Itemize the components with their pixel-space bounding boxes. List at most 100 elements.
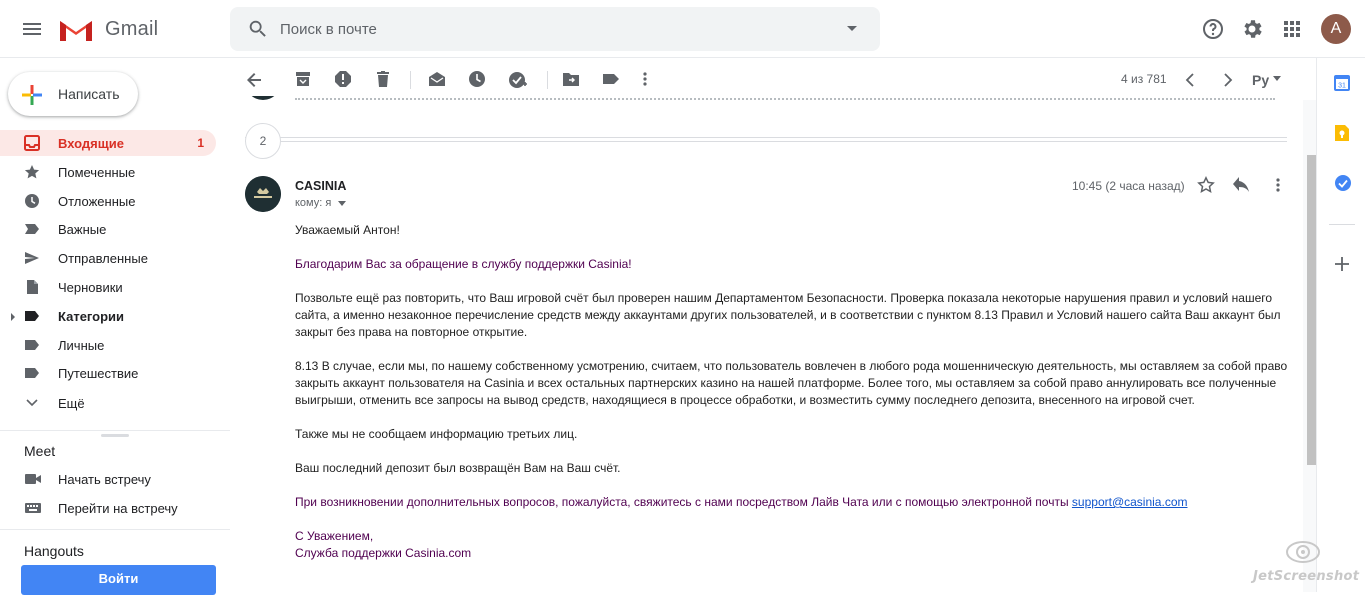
account-avatar[interactable]: A: [1321, 14, 1351, 44]
sender-avatar: [245, 176, 281, 212]
search-bar: [230, 7, 880, 51]
newer-chevron-left-icon[interactable]: [1182, 71, 1200, 89]
collapsed-messages-line: [245, 141, 1287, 142]
hangouts-section-title: Hangouts: [24, 543, 84, 559]
sidebar-item-label: Входящие: [58, 136, 124, 151]
sidebar-item-important[interactable]: Важные: [0, 216, 216, 242]
body-paragraph: Также мы не сообщаем информацию третьих …: [295, 427, 578, 441]
toolbar-divider: [547, 71, 548, 89]
sidebar-item-inbox[interactable]: Входящие 1: [0, 130, 216, 156]
recipient-caret-icon: [338, 200, 347, 206]
language-caret-icon[interactable]: [1273, 76, 1281, 81]
svg-text:31: 31: [1338, 83, 1346, 90]
collapsed-messages-line: [245, 137, 1287, 138]
label-important-icon: [24, 221, 40, 237]
main-menu-icon[interactable]: [20, 17, 44, 41]
message-body: Уважаемый Антон! Благодарим Вас за обращ…: [295, 222, 1290, 562]
input-language-selector[interactable]: Ру: [1252, 72, 1269, 88]
delete-trash-icon[interactable]: [374, 70, 392, 88]
gmail-logo-icon[interactable]: [58, 17, 94, 43]
collapsed-messages-count[interactable]: 2: [245, 123, 281, 159]
sidebar-item-sent[interactable]: Отправленные: [0, 245, 216, 271]
send-icon: [24, 250, 40, 266]
more-vert-icon[interactable]: [638, 70, 652, 88]
search-options-caret-icon[interactable]: [846, 25, 858, 33]
body-paragraph: Ваш последний депозит был возвращён Вам …: [295, 461, 621, 475]
archive-icon[interactable]: [294, 70, 312, 88]
previous-message-preview-strip: [245, 96, 1287, 102]
add-to-tasks-icon[interactable]: [508, 70, 528, 90]
draft-icon: [24, 279, 40, 295]
meet-join-meeting[interactable]: Перейти на встречу: [0, 495, 216, 521]
back-arrow-icon[interactable]: [244, 70, 264, 90]
reply-arrow-icon[interactable]: [1232, 176, 1250, 194]
mark-unread-icon[interactable]: [428, 70, 446, 88]
search-input[interactable]: [280, 7, 840, 51]
compose-button[interactable]: Написать: [8, 72, 138, 116]
sidebar-item-label: Помеченные: [58, 165, 136, 180]
body-paragraph: Позвольте ещё раз повторить, что Ваш игр…: [295, 291, 1281, 339]
keep-notes-icon[interactable]: [1334, 124, 1350, 142]
tasks-icon[interactable]: [1334, 174, 1352, 192]
signature-line-1: С Уважением,: [295, 529, 374, 543]
meet-section-title: Meet: [24, 443, 56, 459]
sidebar-item-label: Личные: [58, 338, 105, 353]
watermark-text: JetScreenshot: [1253, 569, 1360, 584]
label-tag-icon[interactable]: [602, 70, 620, 88]
sidebar-item-label: Отложенные: [58, 194, 136, 209]
section-drag-handle[interactable]: [101, 434, 129, 437]
chevron-down-icon: [24, 395, 40, 411]
sidebar-item-label: Важные: [58, 222, 107, 237]
compose-label: Написать: [58, 86, 120, 102]
move-to-folder-icon[interactable]: [562, 70, 580, 88]
add-addon-plus-icon[interactable]: [1334, 256, 1350, 272]
star-outline-icon[interactable]: [1197, 176, 1215, 194]
sidebar-item-label: Путешествие: [58, 366, 139, 381]
meet-start-meeting[interactable]: Начать встречу: [0, 466, 216, 492]
sidebar-item-categories[interactable]: Категории: [0, 303, 216, 329]
scrollbar-thumb[interactable]: [1307, 155, 1316, 465]
recipient-text: кому: я: [295, 197, 332, 209]
sidebar-item-label: Ещё: [58, 396, 85, 411]
sidebar-item-personal[interactable]: Личные: [0, 332, 216, 358]
settings-gear-icon[interactable]: [1240, 17, 1264, 41]
contact-paragraph: При возникновении дополнительных вопросо…: [295, 494, 1290, 511]
support-email-link[interactable]: support@casinia.com: [1072, 495, 1188, 509]
videocam-icon: [24, 471, 42, 487]
clock-icon: [24, 193, 40, 209]
sidebar-item-starred[interactable]: Помеченные: [0, 159, 216, 185]
label-icon: [24, 365, 40, 381]
toolbar-divider: [410, 71, 411, 89]
contact-text: При возникновении дополнительных вопросо…: [295, 495, 1069, 509]
top-header: Gmail A: [0, 0, 1365, 58]
older-chevron-right-icon[interactable]: [1218, 71, 1236, 89]
sidebar-item-snoozed[interactable]: Отложенные: [0, 188, 216, 214]
sidebar-item-more[interactable]: Ещё: [0, 390, 216, 416]
calendar-icon[interactable]: 31: [1334, 74, 1350, 92]
rail-divider: [1329, 224, 1355, 225]
pagination-text: 4 из 781: [1121, 72, 1167, 86]
input-language-label: Ру: [1252, 72, 1270, 88]
sidebar-item-travel[interactable]: Путешествие: [0, 360, 216, 386]
sidebar-item-label: Черновики: [58, 280, 123, 295]
snooze-clock-icon[interactable]: [468, 70, 486, 88]
hangouts-sign-in-button[interactable]: Войти: [21, 565, 216, 595]
recipient-details[interactable]: кому: я: [295, 197, 347, 209]
search-icon[interactable]: [247, 18, 269, 40]
app-name[interactable]: Gmail: [105, 18, 158, 41]
message-more-vert-icon[interactable]: [1271, 176, 1285, 194]
thanks-text: Благодарим Вас за обращение в службу под…: [295, 257, 632, 271]
inbox-icon: [24, 135, 40, 151]
sidebar-divider: [0, 430, 230, 431]
sidebar-item-label: Отправленные: [58, 251, 148, 266]
signature-line-2: Служба поддержки Casinia.com: [295, 546, 472, 560]
report-spam-icon[interactable]: [334, 70, 352, 88]
apps-grid-icon[interactable]: [1280, 17, 1304, 41]
meet-item-label: Перейти на встречу: [58, 501, 178, 516]
sender-name[interactable]: CASINIA: [295, 179, 346, 193]
sidebar-item-drafts[interactable]: Черновики: [0, 274, 216, 300]
label-icon: [24, 308, 40, 324]
star-icon: [24, 164, 40, 180]
help-icon[interactable]: [1201, 17, 1225, 41]
sidebar-item-label: Категории: [58, 309, 125, 324]
